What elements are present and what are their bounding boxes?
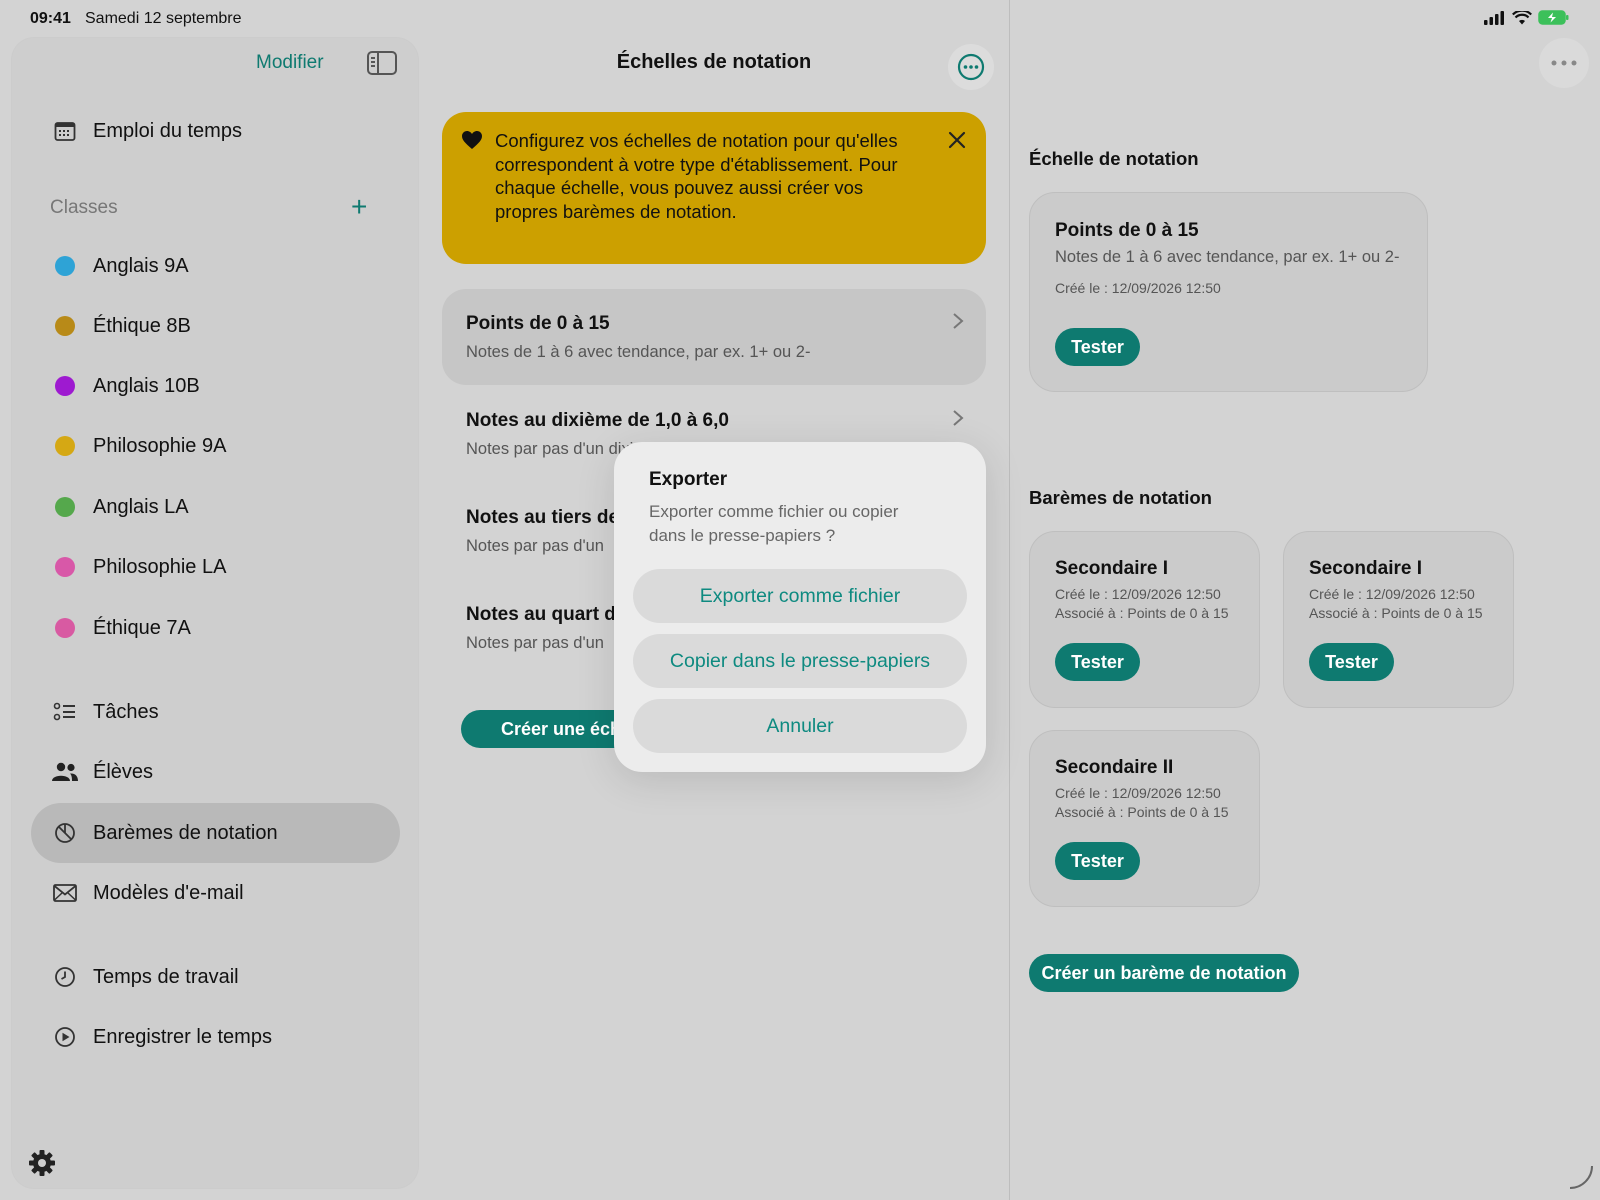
copy-clipboard-button[interactable]: Copier dans le presse-papiers: [633, 634, 967, 688]
class-color-dot: [55, 557, 75, 577]
list-item-title: Points de 0 à 15: [466, 313, 610, 334]
sidebar-item-label: Anglais LA: [93, 495, 189, 518]
sidebar-item-label: Éthique 8B: [93, 314, 191, 337]
create-scheme-button[interactable]: Créer un barème de notation: [1029, 954, 1299, 992]
column-divider: [1009, 0, 1010, 1200]
sidebar-item-label: Anglais 9A: [93, 254, 189, 277]
banner-text: Configurez vos échelles de notation pour…: [495, 130, 898, 222]
modifier-button[interactable]: Modifier: [256, 52, 324, 74]
class-color-dot: [55, 436, 75, 456]
test-button[interactable]: Tester: [1309, 643, 1394, 681]
ellipsis-circle-icon: [957, 53, 985, 81]
sidebar-class-philosophie-9a[interactable]: Philosophie 9A: [50, 431, 226, 461]
export-file-button[interactable]: Exporter comme fichier: [633, 569, 967, 623]
test-button[interactable]: Tester: [1055, 328, 1140, 366]
sidebar-item-timetable[interactable]: Emploi du temps: [50, 116, 242, 146]
sidebar-class-anglais-10b[interactable]: Anglais 10B: [50, 371, 200, 401]
clock-icon: [50, 962, 80, 992]
heart-icon: [461, 130, 483, 155]
card-subtitle: Notes de 1 à 6 avec tendance, par ex. 1+…: [1055, 248, 1400, 266]
sidebar-class-anglais-la[interactable]: Anglais LA: [50, 492, 189, 522]
card-title: Secondaire I: [1055, 558, 1168, 579]
resize-corner-icon[interactable]: [1568, 1164, 1594, 1195]
list-item-points-0-15[interactable]: Points de 0 à 15 Notes de 1 à 6 avec ten…: [442, 313, 986, 362]
class-color-dot: [55, 376, 75, 396]
status-date: Samedi 12 septembre: [85, 10, 242, 27]
cancel-button[interactable]: Annuler: [633, 699, 967, 753]
close-icon[interactable]: [947, 129, 967, 157]
card-created: Créé le : 12/09/2026 12:50: [1055, 280, 1221, 296]
play-circle-icon: [50, 1022, 80, 1052]
sidebar-toggle-icon[interactable]: [367, 51, 397, 75]
calendar-icon: [50, 116, 80, 146]
list-item-subtitle: Notes de 1 à 6 avec tendance, par ex. 1+…: [466, 343, 811, 361]
schemes-section-heading: Barèmes de notation: [1029, 487, 1212, 508]
list-item-title: Notes au dixième de 1,0 à 6,0: [466, 410, 729, 431]
sidebar-item-work-time[interactable]: Temps de travail: [50, 962, 239, 992]
sidebar-item-record-time[interactable]: Enregistrer le temps: [50, 1022, 272, 1052]
sidebar-class-ethique-8b[interactable]: Éthique 8B: [50, 311, 191, 341]
chevron-right-icon: [952, 310, 964, 336]
wifi-icon: [1512, 10, 1532, 24]
sidebar-item-tasks[interactable]: Tâches: [50, 697, 159, 727]
card-associated: Associé à : Points de 0 à 15: [1309, 605, 1483, 621]
settings-gear-icon[interactable]: [28, 1149, 56, 1182]
sidebar-item-email-templates[interactable]: Modèles d'e-mail: [50, 878, 244, 908]
sidebar-item-label: Philosophie LA: [93, 555, 227, 578]
battery-charging-icon: [1538, 10, 1569, 25]
signal-icon: [1484, 10, 1504, 25]
class-color-dot: [55, 256, 75, 276]
class-color-dot: [55, 618, 75, 638]
status-time: 09:41: [30, 10, 71, 27]
tasks-icon: [50, 697, 80, 727]
dialog-title: Exporter: [649, 469, 728, 490]
card-created: Créé le : 12/09/2026 12:50: [1309, 586, 1475, 602]
card-title: Secondaire II: [1055, 757, 1174, 778]
more-options-icon[interactable]: [1539, 38, 1589, 88]
sidebar-item-label: Barèmes de notation: [93, 821, 278, 844]
status-icons: [1484, 10, 1570, 25]
add-class-plus-icon[interactable]: +: [351, 193, 367, 221]
dialog-message: Exporter comme fichier ou copier dans le…: [649, 502, 899, 545]
card-title: Points de 0 à 15: [1055, 220, 1199, 241]
students-icon: [50, 757, 80, 787]
sidebar-class-ethique-7a[interactable]: Éthique 7A: [50, 613, 191, 643]
class-color-dot: [55, 497, 75, 517]
sidebar-item-grading-scales[interactable]: Barèmes de notation: [50, 818, 278, 848]
test-button[interactable]: Tester: [1055, 842, 1140, 880]
card-created: Créé le : 12/09/2026 12:50: [1055, 586, 1221, 602]
page-title: Échelles de notation: [616, 51, 812, 73]
chevron-right-icon: [952, 407, 964, 433]
more-options-button[interactable]: [948, 44, 994, 90]
sidebar-class-anglais-9a[interactable]: Anglais 9A: [50, 251, 189, 281]
sidebar-item-label: Anglais 10B: [93, 374, 200, 397]
sidebar-item-students[interactable]: Élèves: [50, 757, 153, 787]
sidebar-item-label: Tâches: [93, 700, 159, 723]
sidebar-item-label: Élèves: [93, 760, 154, 783]
sidebar-item-label: Éthique 7A: [93, 616, 191, 639]
card-associated: Associé à : Points de 0 à 15: [1055, 605, 1229, 621]
sidebar-item-label: Modèles d'e-mail: [93, 881, 244, 904]
test-button[interactable]: Tester: [1055, 643, 1140, 681]
sidebar-item-label: Philosophie 9A: [93, 434, 227, 457]
sidebar-item-label: Enregistrer le temps: [93, 1025, 272, 1048]
sidebar-item-label: Temps de travail: [93, 965, 239, 988]
scale-section-heading: Échelle de notation: [1029, 148, 1199, 169]
sidebar-class-philosophie-la[interactable]: Philosophie LA: [50, 552, 226, 582]
class-color-dot: [55, 316, 75, 336]
card-title: Secondaire I: [1309, 558, 1422, 579]
mail-icon: [50, 878, 80, 908]
sidebar-item-label: Emploi du temps: [93, 119, 242, 142]
card-associated: Associé à : Points de 0 à 15: [1055, 804, 1229, 820]
card-created: Créé le : 12/09/2026 12:50: [1055, 785, 1221, 801]
classes-header: Classes: [50, 197, 118, 218]
grading-scale-icon: [50, 818, 80, 848]
